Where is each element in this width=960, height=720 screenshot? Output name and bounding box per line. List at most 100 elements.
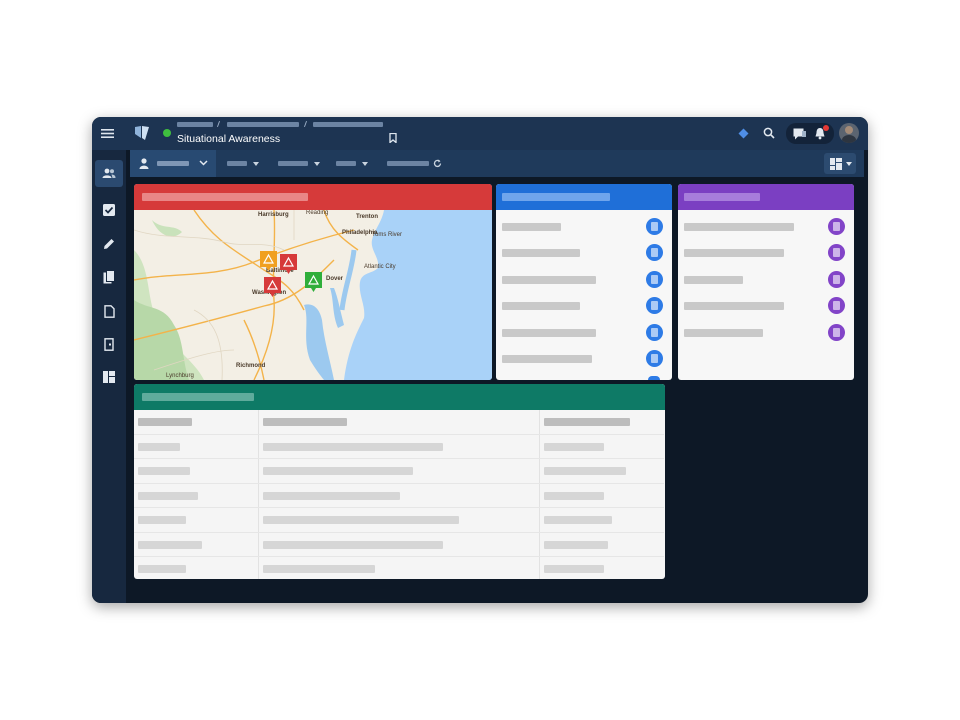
item-action-icon[interactable] [646, 297, 663, 314]
item-action-icon[interactable] [828, 297, 845, 314]
diamond-icon[interactable] [736, 126, 750, 140]
breadcrumb-separator [216, 121, 221, 127]
data-table [134, 410, 665, 579]
breadcrumb-item[interactable] [177, 122, 213, 127]
search-icon[interactable] [762, 126, 776, 140]
scroll-indicator [648, 376, 660, 380]
list-item[interactable] [496, 240, 672, 266]
list-item[interactable] [496, 346, 672, 372]
breadcrumb-item[interactable] [227, 122, 299, 127]
item-action-icon[interactable] [646, 218, 663, 235]
caret-down-icon [252, 160, 260, 168]
item-action-icon[interactable] [646, 324, 663, 341]
list-item[interactable] [496, 214, 672, 240]
top-bar: Situational Awareness [92, 117, 868, 150]
table-header-bar [134, 384, 665, 410]
map-view[interactable]: Harrisburg Reading Trenton Philadelphia … [134, 210, 492, 380]
item-action-icon[interactable] [828, 271, 845, 288]
map-city-label: Richmond [236, 363, 266, 369]
dropdown-value [157, 161, 189, 166]
map-city-label: Dover [326, 276, 344, 282]
caret-down-icon [361, 160, 369, 168]
filter-dropdown[interactable] [278, 150, 324, 177]
documents-icon[interactable] [101, 269, 117, 285]
page-title: Situational Awareness [177, 133, 281, 145]
purple-list-panel [678, 184, 854, 380]
menu-icon[interactable] [100, 126, 114, 140]
table-row[interactable] [134, 484, 664, 508]
messages-icon[interactable] [791, 126, 807, 141]
list-item[interactable] [496, 320, 672, 346]
map-marker-alert[interactable] [279, 253, 298, 275]
item-action-icon[interactable] [828, 244, 845, 261]
item-action-icon[interactable] [646, 271, 663, 288]
refresh-icon [432, 158, 442, 168]
caret-down-icon [313, 160, 321, 168]
table-row[interactable] [134, 557, 664, 579]
logo-icon[interactable] [132, 123, 152, 143]
checkbox-icon[interactable] [101, 202, 117, 218]
map-city-label: Trenton [356, 214, 378, 220]
item-action-icon[interactable] [646, 350, 663, 367]
map-city-label: Atlantic City [364, 264, 396, 270]
table-header-row [134, 410, 664, 435]
map-marker-warning[interactable] [259, 250, 278, 272]
table-row[interactable] [134, 533, 664, 557]
item-action-icon[interactable] [646, 244, 663, 261]
table-row[interactable] [134, 459, 664, 484]
refresh-control[interactable] [387, 150, 445, 177]
map-canvas [134, 210, 492, 380]
refresh-label [387, 161, 429, 166]
item-action-icon[interactable] [828, 324, 845, 341]
table-panel [134, 384, 665, 579]
list-item[interactable] [678, 214, 854, 240]
breadcrumb-separator [303, 121, 308, 127]
item-action-icon[interactable] [828, 218, 845, 235]
breadcrumb-item[interactable] [313, 122, 383, 127]
pencil-icon[interactable] [101, 236, 117, 252]
map-panel-header [134, 184, 492, 210]
list-item[interactable] [678, 240, 854, 266]
status-dot [163, 129, 171, 137]
list-item[interactable] [678, 320, 854, 346]
user-filter-dropdown[interactable] [130, 150, 216, 177]
bookmark-icon[interactable] [388, 132, 398, 144]
notification-dot [823, 125, 829, 131]
dashboard-layout-icon [829, 157, 842, 170]
purple-list-header [678, 184, 854, 210]
exit-icon[interactable] [101, 336, 117, 352]
map-city-label: Toms River [372, 232, 403, 238]
notification-group [786, 123, 834, 144]
chevron-down-icon [198, 158, 208, 168]
map-city-label: Lynchburg [166, 373, 194, 379]
caret-down-icon [845, 160, 853, 168]
list-item[interactable] [496, 267, 672, 293]
panel-title [142, 193, 308, 201]
dropdown-value [336, 161, 356, 166]
list-item[interactable] [678, 293, 854, 319]
layout-switcher[interactable] [824, 153, 856, 174]
app-window: Situational Awareness Harrisburg Reading… [92, 117, 868, 603]
dropdown-value [278, 161, 308, 166]
table-row[interactable] [134, 508, 664, 533]
blue-list-header [496, 184, 672, 210]
map-marker-ok[interactable] [304, 271, 323, 293]
map-city-label: Reading [306, 210, 329, 216]
column-header[interactable] [544, 418, 630, 426]
map-marker-alert[interactable] [263, 276, 282, 298]
filter-dropdown[interactable] [227, 150, 263, 177]
table-row[interactable] [134, 435, 664, 459]
list-item[interactable] [496, 293, 672, 319]
avatar[interactable] [839, 123, 859, 143]
panel-title [142, 393, 254, 401]
column-header[interactable] [138, 418, 192, 426]
layout-icon[interactable] [101, 369, 117, 385]
column-header[interactable] [263, 418, 347, 426]
filter-dropdown[interactable] [336, 150, 372, 177]
list-item[interactable] [678, 267, 854, 293]
map-panel: Harrisburg Reading Trenton Philadelphia … [134, 184, 492, 380]
filter-toolbar [130, 150, 864, 177]
sidebar-item-users[interactable] [95, 160, 123, 187]
file-icon[interactable] [101, 303, 117, 319]
sidebar [92, 150, 126, 603]
